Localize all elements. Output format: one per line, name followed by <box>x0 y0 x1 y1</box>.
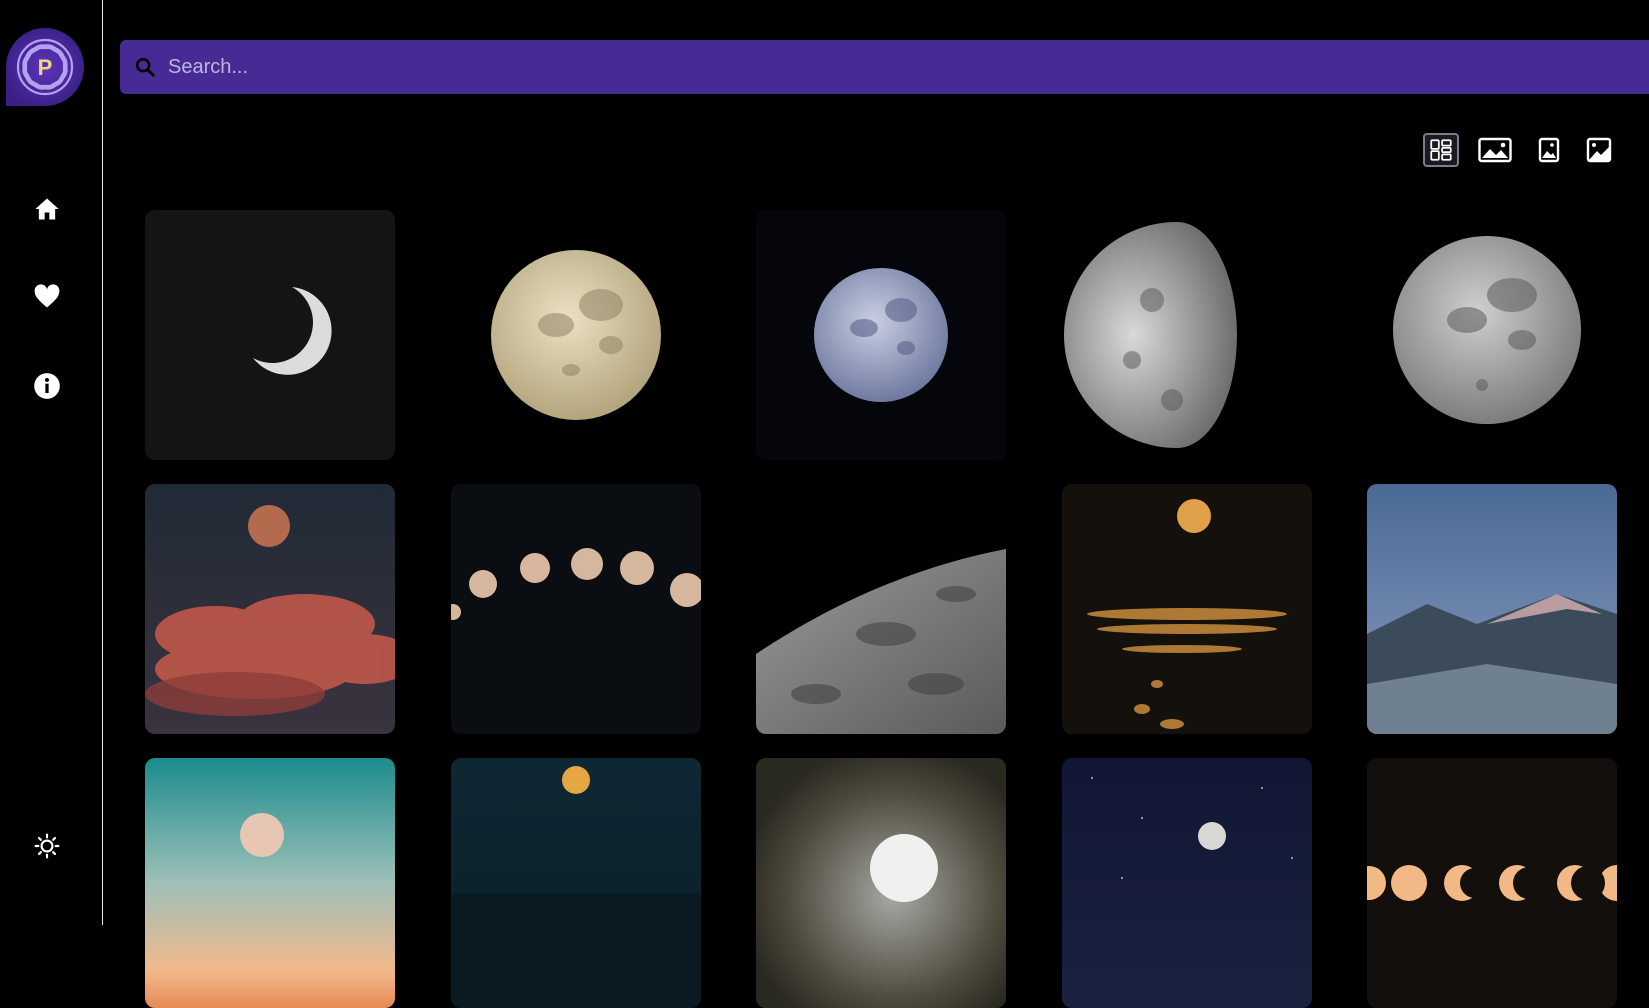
gallery-image-full-moon-golden[interactable] <box>450 210 701 460</box>
gallery-image-lunar-eclipse-phases[interactable] <box>1367 758 1617 1008</box>
gallery-image-moon-in-starry-sky[interactable] <box>1061 758 1312 1008</box>
search-icon <box>135 57 155 77</box>
portrait-image-icon <box>1538 137 1560 163</box>
gallery-image-full-moon-in-clouds[interactable] <box>756 758 1006 1008</box>
gallery-image-crescent-moon-dark[interactable] <box>145 210 395 460</box>
heart-icon <box>34 284 60 308</box>
gallery-image-moon-over-sea-lights[interactable] <box>1061 484 1312 734</box>
gallery-image-full-moon-gray[interactable] <box>1367 210 1617 460</box>
landscape-image-icon <box>1478 137 1512 163</box>
square-image-icon <box>1586 137 1612 163</box>
gallery-image-moon-phases-arc[interactable] <box>450 484 701 734</box>
view-masonry-button[interactable] <box>1423 133 1459 167</box>
gallery-image-red-moon-over-clouds[interactable] <box>145 484 395 734</box>
nav-favorites-button[interactable] <box>27 277 67 317</box>
theme-toggle-button[interactable] <box>27 826 67 866</box>
masonry-grid-icon <box>1430 139 1452 161</box>
gallery-image-lunar-surface-craters[interactable] <box>756 484 1006 734</box>
image-gallery <box>145 210 1617 1008</box>
gallery-image-crescent-moon-over-mountains[interactable] <box>1367 484 1617 734</box>
view-landscape-button[interactable] <box>1477 133 1513 167</box>
nav-home-button[interactable] <box>27 189 67 229</box>
view-portrait-button[interactable] <box>1531 133 1567 167</box>
view-square-button[interactable] <box>1581 133 1617 167</box>
search-bar <box>120 39 1649 95</box>
gallery-image-full-moon-blue[interactable] <box>756 210 1006 460</box>
gallery-image-moon-over-night-sea[interactable] <box>450 758 701 1008</box>
gallery-image-half-moon-gray[interactable] <box>1061 210 1312 460</box>
home-icon <box>35 198 59 220</box>
sidebar: P <box>0 0 103 925</box>
search-input[interactable] <box>166 39 1649 95</box>
sun-icon <box>34 833 60 859</box>
nav-info-button[interactable] <box>27 366 67 406</box>
info-icon <box>34 373 60 399</box>
app-logo[interactable]: P <box>4 26 86 108</box>
logo-letter: P <box>38 55 53 80</box>
gallery-image-moon-in-teal-sunset-sky[interactable] <box>145 758 395 1008</box>
